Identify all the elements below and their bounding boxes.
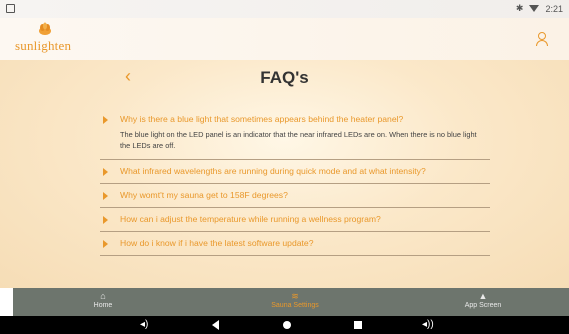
faq-question: How can i adjust the temperature while r… [120, 214, 381, 224]
sauna-home-icon: ⌂ [100, 291, 106, 301]
car-icon: ▲ [478, 291, 488, 301]
status-bar: ✱ 2:21 [0, 0, 569, 18]
faq-question: How do i know if i have the latest softw… [120, 238, 314, 248]
faq-question: Why womt't my sauna get to 158F degrees? [120, 190, 288, 200]
faq-question: What infrared wavelengths are running du… [120, 166, 426, 176]
nav-tab-home[interactable]: ⌂ Home [73, 288, 133, 316]
faq-item[interactable]: Why is there a blue light that sometimes… [100, 108, 490, 160]
faq-list: Why is there a blue light that sometimes… [100, 108, 490, 256]
flame-icon [39, 22, 51, 35]
logo-text: sunlighten [15, 38, 72, 53]
caret-right-icon [103, 192, 108, 200]
faq-page: ‹ FAQ's Why is there a blue light that s… [0, 60, 569, 288]
faq-item[interactable]: Why womt't my sauna get to 158F degrees? [100, 184, 490, 208]
nav-label: App Screen [464, 302, 502, 309]
home-nav-icon[interactable] [283, 321, 291, 329]
volume-down-icon[interactable]: ◂) [140, 320, 148, 330]
status-icons: ✱ 2:21 [516, 3, 563, 14]
faq-item[interactable]: What infrared wavelengths are running du… [100, 160, 490, 184]
profile-icon[interactable] [535, 32, 548, 46]
recents-nav-icon[interactable] [354, 321, 362, 329]
caret-right-icon [103, 216, 108, 224]
caret-right-icon [103, 240, 108, 248]
bluetooth-icon: ✱ [515, 3, 524, 13]
nav-tab-sauna-settings[interactable]: ≋ Sauna Settings [255, 288, 335, 316]
back-nav-icon[interactable] [212, 320, 219, 330]
nav-label: Home [93, 302, 113, 309]
heat-waves-icon: ≋ [291, 291, 299, 301]
screenshot-icon [6, 4, 15, 13]
caret-right-icon [103, 116, 108, 124]
status-time: 2:21 [545, 3, 563, 14]
caret-right-icon [103, 168, 108, 176]
bottom-nav: ⌂ Home ≋ Sauna Settings ▲ App Screen [13, 288, 569, 316]
volume-up-icon[interactable]: ◂)) [422, 320, 434, 330]
sunlighten-logo[interactable]: sunlighten [15, 22, 95, 56]
nav-label: Sauna Settings [271, 302, 319, 309]
faq-question: Why is there a blue light that sometimes… [120, 114, 404, 124]
app-header: sunlighten [0, 18, 569, 60]
faq-item[interactable]: How can i adjust the temperature while r… [100, 208, 490, 232]
page-title: FAQ's [260, 68, 309, 87]
faq-item[interactable]: How do i know if i have the latest softw… [100, 232, 490, 256]
wifi-icon [529, 5, 540, 12]
faq-answer: The blue light on the LED panel is an in… [120, 130, 477, 150]
nav-tab-app-screen[interactable]: ▲ App Screen [443, 288, 523, 316]
system-nav-bar: ◂) ◂)) [0, 316, 569, 334]
